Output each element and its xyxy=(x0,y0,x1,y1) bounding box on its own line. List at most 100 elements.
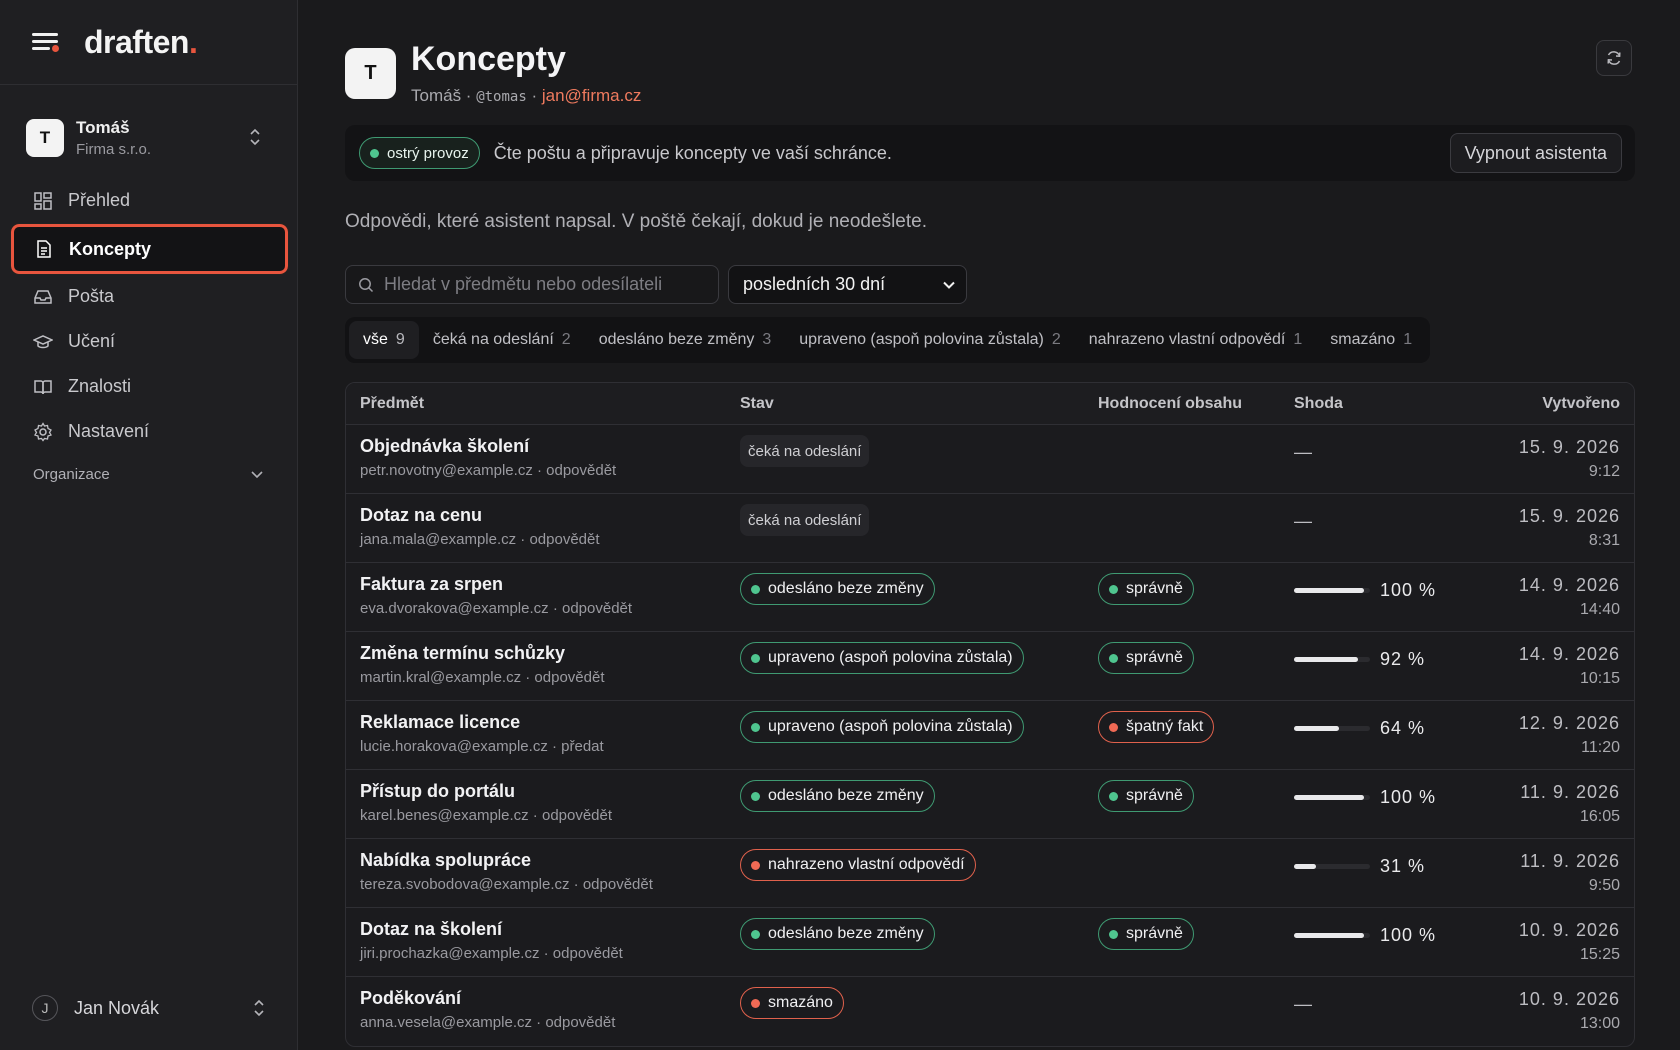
period-select[interactable]: posledních 30 dní xyxy=(728,265,967,304)
row-subject[interactable]: Objednávka školení xyxy=(360,436,740,457)
table-header: Předmět Stav Hodnocení obsahu Shoda Vytv… xyxy=(346,383,1634,425)
created-time: 14:40 xyxy=(1579,601,1620,618)
created-time: 9:12 xyxy=(1588,463,1620,480)
sidebar-item-drafts[interactable]: Koncepty xyxy=(10,223,289,275)
created-date: 11. 9. 2026 xyxy=(1520,782,1620,802)
sidebar-item-settings[interactable]: Nastavení xyxy=(13,409,286,454)
created-date: 15. 9. 2026 xyxy=(1518,506,1620,526)
table-row[interactable]: Změna termínu schůzky martin.kral@example… xyxy=(346,632,1634,701)
table-row[interactable]: Objednávka školení petr.novotny@example.c… xyxy=(346,425,1634,494)
created-time: 16:05 xyxy=(1579,808,1620,825)
sidebar-item-overview[interactable]: Přehled xyxy=(13,178,286,223)
status-badge: nahrazeno vlastní odpovědí xyxy=(740,849,976,881)
filter-tab-label: čeká na odeslání xyxy=(432,331,554,348)
account-switcher[interactable]: T Tomáš Firma s.r.o. xyxy=(26,113,274,163)
table-row[interactable]: Dotaz na cenu jana.mala@example.cz · odpo… xyxy=(346,494,1634,563)
profile-email[interactable]: jan@firma.cz xyxy=(542,86,641,105)
row-subject[interactable]: Dotaz na školení xyxy=(360,919,740,940)
sidebar: draften. T Tomáš Firma s.r.o. Přehled Kon… xyxy=(0,0,298,1050)
logo[interactable]: draften. xyxy=(84,24,198,61)
created-time: 8:31 xyxy=(1588,532,1620,549)
evaluation-badge: správně xyxy=(1098,918,1194,950)
filter-tab[interactable]: vše 9 xyxy=(349,321,419,359)
status-badge: odesláno beze změny xyxy=(740,573,935,605)
header-created[interactable]: Vytvořeno xyxy=(1454,395,1634,413)
filter-tab[interactable]: upraveno (aspoň polovina zůstala) 2 xyxy=(785,321,1075,359)
disable-assistant-button[interactable]: Vypnout asistenta xyxy=(1449,133,1622,173)
row-subject[interactable]: Reklamace licence xyxy=(360,712,740,733)
gear-icon xyxy=(33,421,53,442)
row-meta: tereza.svobodova@example.cz · odpovědět xyxy=(360,876,653,893)
sidebar-item-knowledge[interactable]: Znalosti xyxy=(13,364,286,409)
filter-tab[interactable]: čeká na odeslání 2 xyxy=(419,321,585,359)
header-match[interactable]: Shoda xyxy=(1294,395,1454,413)
sidebar-item-label: Nastavení xyxy=(68,421,150,441)
chevron-updown-icon xyxy=(254,999,264,1017)
refresh-icon xyxy=(1607,51,1621,65)
match-bar xyxy=(1294,726,1370,731)
refresh-button[interactable] xyxy=(1596,40,1632,76)
header-status[interactable]: Stav xyxy=(740,395,1098,413)
created-date: 12. 9. 2026 xyxy=(1518,713,1620,733)
user-menu[interactable]: J Jan Novák xyxy=(32,992,266,1024)
created-time: 11:20 xyxy=(1581,739,1620,756)
filter-tab[interactable]: smazáno 1 xyxy=(1316,321,1426,359)
row-subject[interactable]: Dotaz na cenu xyxy=(360,505,740,526)
header-subject[interactable]: Předmět xyxy=(346,395,740,413)
user-name: Jan Novák xyxy=(74,997,160,1018)
header-evaluation[interactable]: Hodnocení obsahu xyxy=(1098,395,1294,413)
status-badge: čeká na odeslání xyxy=(740,435,870,467)
menu-icon[interactable] xyxy=(32,30,60,54)
page-title: Koncepty xyxy=(411,40,566,78)
row-subject[interactable]: Poděkování xyxy=(360,988,740,1009)
row-subject[interactable]: Změna termínu schůzky xyxy=(360,643,740,664)
created-date: 14. 9. 2026 xyxy=(1518,575,1620,595)
filter-tab[interactable]: odesláno beze změny 3 xyxy=(585,321,786,359)
book-icon xyxy=(33,377,53,397)
graduation-cap-icon xyxy=(32,332,54,352)
table-row[interactable]: Přístup do portálu karel.benes@example.cz… xyxy=(346,770,1634,839)
row-subject[interactable]: Přístup do portálu xyxy=(360,781,740,802)
row-meta: martin.kral@example.cz · odpovědět xyxy=(360,669,605,686)
filter-tab-count: 2 xyxy=(1051,331,1061,348)
match-bar-fill xyxy=(1294,864,1316,869)
logo-row: draften. xyxy=(0,0,297,85)
sidebar-item-label: Koncepty xyxy=(69,238,152,259)
evaluation-badge: špatný fakt xyxy=(1098,711,1215,743)
row-meta: jiri.prochazka@example.cz · odpovědět xyxy=(360,945,623,962)
row-meta: eva.dvorakova@example.cz · odpovědět xyxy=(360,600,633,617)
row-meta: karel.benes@example.cz · odpovědět xyxy=(360,807,613,824)
chevron-down-icon xyxy=(943,281,955,289)
row-meta: lucie.horakova@example.cz · předat xyxy=(360,738,604,755)
table-row[interactable]: Poděkování anna.vesela@example.cz · odpov… xyxy=(346,977,1634,1046)
filter-tab-count: 1 xyxy=(1293,331,1303,348)
match-bar-fill xyxy=(1294,933,1364,938)
search-icon xyxy=(359,277,374,292)
match-bar xyxy=(1294,864,1370,869)
row-subject[interactable]: Nabídka spolupráce xyxy=(360,850,740,871)
created-time: 10:15 xyxy=(1579,670,1620,687)
sidebar-item-label: Pošta xyxy=(68,286,115,306)
table-row[interactable]: Dotaz na školení jiri.prochazka@example.c… xyxy=(346,908,1634,977)
sidebar-item-learning[interactable]: Učení xyxy=(13,319,286,364)
organization-section-toggle[interactable]: Organizace xyxy=(33,466,263,483)
search-input[interactable] xyxy=(384,274,704,295)
search-field[interactable] xyxy=(345,265,719,304)
table-row[interactable]: Faktura za srpen eva.dvorakova@example.cz… xyxy=(346,563,1634,632)
inbox-icon xyxy=(33,287,53,307)
filter-tab[interactable]: nahrazeno vlastní odpovědí 1 xyxy=(1075,321,1317,359)
row-subject[interactable]: Faktura za srpen xyxy=(360,574,740,595)
match-percent: 100 % xyxy=(1380,787,1437,807)
filter-tab-label: smazáno xyxy=(1330,331,1396,348)
row-meta: anna.vesela@example.cz · odpovědět xyxy=(360,1014,616,1031)
created-date: 10. 9. 2026 xyxy=(1518,920,1620,940)
match-empty: — xyxy=(1294,442,1312,462)
table-row[interactable]: Reklamace licence lucie.horakova@example.… xyxy=(346,701,1634,770)
filter-tab-label: odesláno beze změny xyxy=(598,331,755,348)
status-filter-tabs: vše 9 čeká na odeslání 2 odesláno beze změny… xyxy=(345,317,1431,363)
table-row[interactable]: Nabídka spolupráce tereza.svobodova@examp… xyxy=(346,839,1634,908)
status-badge: čeká na odeslání xyxy=(740,504,870,536)
sidebar-item-mail[interactable]: Pošta xyxy=(13,274,286,319)
match-bar-fill xyxy=(1294,588,1364,593)
match-bar-fill xyxy=(1294,726,1339,731)
